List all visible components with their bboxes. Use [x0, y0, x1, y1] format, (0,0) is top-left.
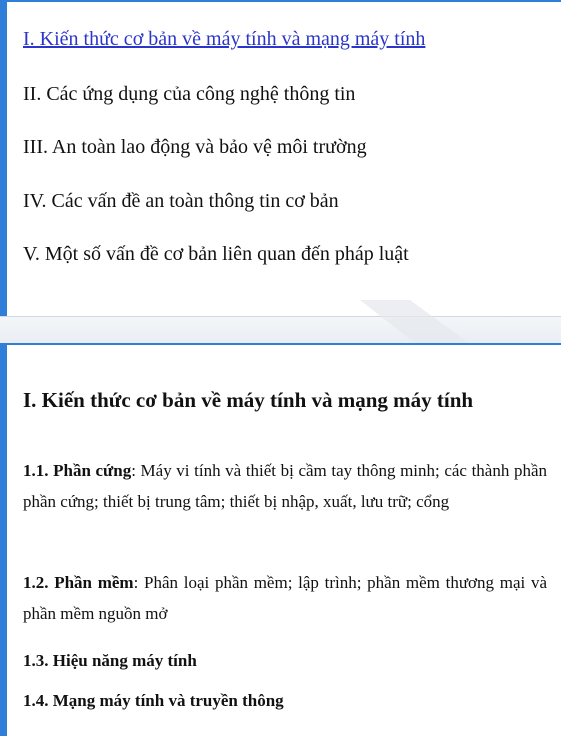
list-item-hardware: 1.1. Phần cứng: Máy vi tính và thiết bị …	[23, 455, 547, 517]
section-heading: I. Kiến thức cơ bản về máy tính và mạng …	[23, 388, 474, 412]
toc-item-section-3: III. An toàn lao động và bảo vệ môi trườ…	[23, 136, 367, 158]
content-panel: I. Kiến thức cơ bản về máy tính và mạng …	[0, 343, 561, 736]
list-item-label: 1.4. Mạng máy tính và truyền thông	[23, 691, 284, 710]
toc-item-section-5: V. Một số vấn đề cơ bản liên quan đến ph…	[23, 243, 409, 265]
list-item-label: 1.1. Phần cứng	[23, 461, 132, 480]
list-item-label: 1.3. Hiệu năng máy tính	[23, 651, 197, 670]
list-item-performance: 1.3. Hiệu năng máy tính	[23, 645, 547, 676]
toc-item-section-2: II. Các ứng dụng của công nghệ thông tin	[23, 83, 356, 105]
toc-item-section-4: IV. Các vấn đề an toàn thông tin cơ bản	[23, 190, 339, 212]
list-item-networking: 1.4. Mạng máy tính và truyền thông	[23, 685, 547, 716]
panel-separator	[0, 316, 561, 344]
toc-panel: I. Kiến thức cơ bản về máy tính và mạng …	[0, 0, 561, 316]
list-item-label: 1.2. Phần mềm	[23, 573, 134, 592]
list-item-software: 1.2. Phần mềm: Phân loại phần mềm; lập t…	[23, 567, 547, 629]
toc-link-section-1[interactable]: I. Kiến thức cơ bản về máy tính và mạng …	[23, 27, 425, 51]
